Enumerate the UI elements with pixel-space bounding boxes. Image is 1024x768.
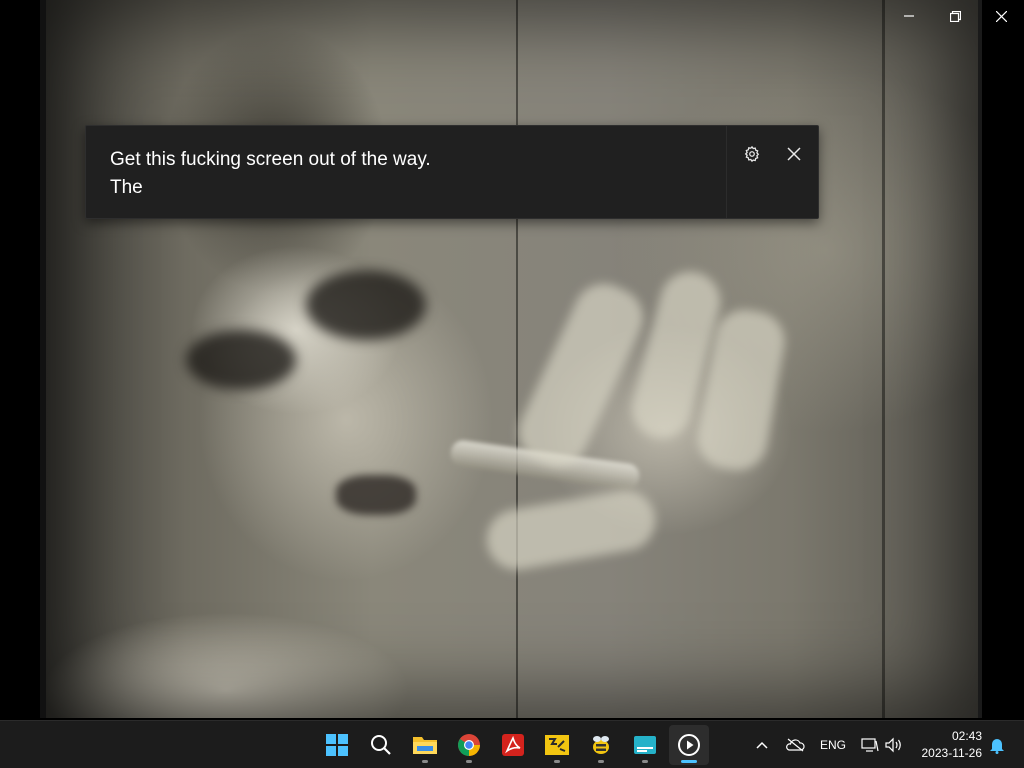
running-indicator: [642, 760, 648, 763]
minimize-icon: [904, 15, 914, 17]
start-button[interactable]: [317, 725, 357, 765]
running-indicator: [681, 760, 697, 763]
clock-time: 02:43: [951, 729, 982, 743]
restore-button[interactable]: [932, 0, 978, 32]
cloud-offline-icon: [786, 738, 805, 752]
window-controls: [886, 0, 1024, 32]
caption-line: The: [110, 177, 143, 198]
chrome-icon: [458, 734, 480, 756]
media-player-window: Get this fucking screen out of the way. …: [0, 0, 1024, 768]
show-hidden-icons-button[interactable]: [750, 725, 774, 765]
folder-icon: [413, 737, 437, 754]
running-indicator: [598, 760, 604, 763]
clock[interactable]: 02:43 2023-11-26: [922, 728, 983, 762]
volume-button[interactable]: [882, 725, 906, 765]
teal-app-icon: [634, 736, 656, 754]
close-icon: [787, 147, 801, 161]
caption-text-area: Get this fucking screen out of the way. …: [86, 126, 727, 218]
caption-settings-button[interactable]: [736, 138, 768, 170]
chevron-up-icon: [756, 741, 768, 749]
taskbar-app-acrobat[interactable]: [493, 725, 533, 765]
caption-close-button[interactable]: [778, 138, 810, 170]
search-button[interactable]: [361, 725, 401, 765]
taskbar-app-teal[interactable]: [625, 725, 665, 765]
bee-icon: [593, 736, 609, 754]
running-indicator: [466, 760, 472, 763]
video-frame[interactable]: [40, 0, 982, 718]
taskbar-app-file-explorer[interactable]: [405, 725, 445, 765]
taskbar-app-bee[interactable]: [581, 725, 621, 765]
input-language[interactable]: ENG: [820, 738, 846, 752]
pdf-icon: [502, 734, 524, 756]
clock-date: 2023-11-26: [921, 746, 983, 760]
running-indicator: [422, 760, 428, 763]
close-window-button[interactable]: [978, 0, 1024, 32]
windows-logo-icon: [326, 734, 348, 756]
search-icon: [371, 735, 391, 755]
network-icon: [861, 738, 879, 752]
play-icon: [678, 734, 700, 756]
taskbar: ENG 02:43 2023-11-26: [0, 720, 1024, 768]
video-vignette: [46, 0, 978, 718]
caption-line: Get this fucking screen out of the way.: [110, 149, 431, 170]
notifications-button[interactable]: [986, 725, 1008, 765]
close-icon: [995, 10, 1007, 22]
running-indicator: [554, 760, 560, 763]
taskbar-app-chrome[interactable]: [449, 725, 489, 765]
taskbar-app-media-player[interactable]: [669, 725, 709, 765]
bell-icon: [990, 739, 1004, 754]
yellow-app-icon: [545, 735, 569, 755]
gear-icon: [744, 145, 760, 163]
taskbar-app-yellow[interactable]: [537, 725, 577, 765]
minimize-button[interactable]: [886, 0, 932, 32]
onedrive-button[interactable]: [782, 725, 808, 765]
live-caption-panel: Get this fucking screen out of the way. …: [85, 125, 819, 219]
restore-icon: [949, 10, 961, 22]
volume-icon: [885, 737, 901, 753]
network-button[interactable]: [858, 725, 882, 765]
